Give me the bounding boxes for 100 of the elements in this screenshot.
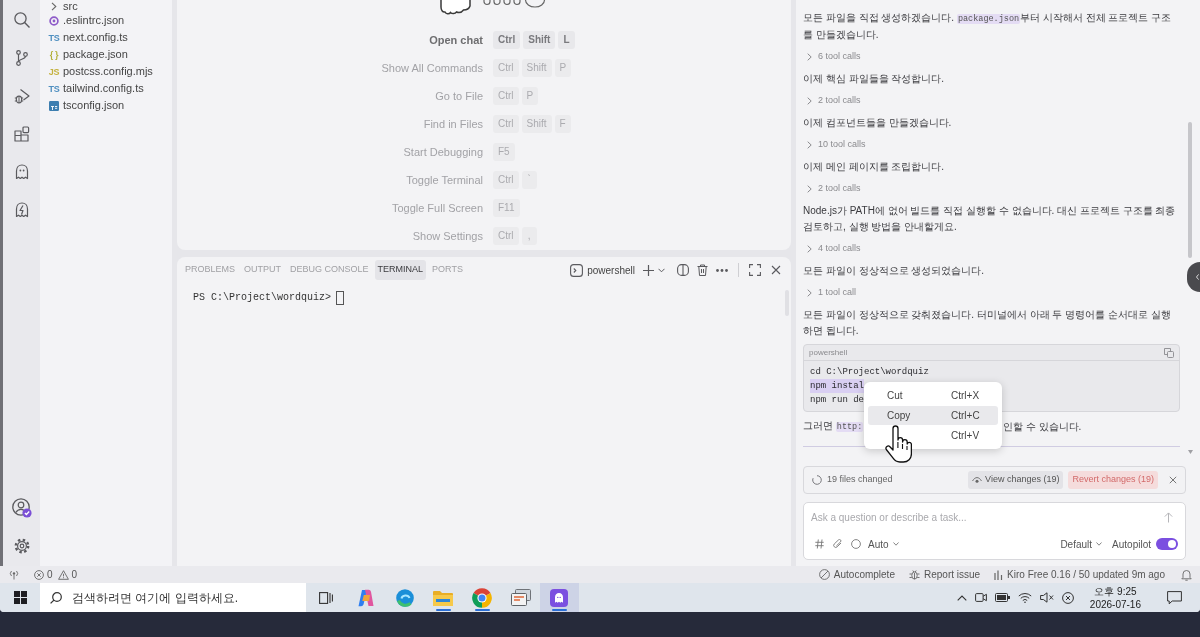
warning-icon — [57, 569, 69, 580]
scrollbar-thumb[interactable] — [1188, 122, 1192, 258]
key-cap: F5 — [493, 143, 515, 161]
key-cap: Ctrl — [493, 115, 519, 133]
view-changes-button[interactable]: View changes (19) — [968, 471, 1064, 489]
key-cap: P — [554, 59, 572, 77]
tree-item[interactable]: TS tailwind.config.ts — [40, 80, 172, 97]
agent-dropdown[interactable]: Default — [1060, 536, 1103, 552]
file-type-icon: TS — [48, 32, 60, 43]
prohibited-icon — [818, 569, 830, 580]
extensions-icon[interactable] — [13, 126, 30, 142]
key-cap: F — [554, 115, 571, 133]
maximize-icon[interactable] — [749, 264, 761, 276]
chat-message: 이제 핵심 파일들을 작성합니다. — [803, 72, 946, 86]
settings-icon[interactable] — [13, 538, 30, 554]
circle-icon[interactable] — [851, 539, 861, 549]
chat-message: 이제 메인 페이지를 조립합니다. — [803, 160, 946, 174]
status-item[interactable]: Autocomplete — [818, 567, 895, 582]
source-control-icon[interactable] — [15, 50, 28, 66]
more-icon[interactable] — [716, 268, 728, 272]
chevron-left-icon — [1196, 274, 1199, 280]
chat-message: 그러면 http: — [803, 419, 864, 434]
bar-chart-icon — [994, 569, 1004, 580]
wave-icon — [395, 588, 414, 607]
video-camera-icon[interactable] — [974, 592, 987, 603]
tree-item[interactable]: { } package.json — [40, 46, 172, 63]
shortcut-label: Open chat — [429, 32, 483, 48]
account-icon[interactable] — [11, 498, 32, 518]
autopilot-toggle[interactable] — [1156, 538, 1178, 550]
task-view-icon — [319, 591, 333, 604]
chat-message: Node.js가 PATH에 없어 빌드를 직접 실행할 수 없습니다. 대신 프로젝트 구조를 최종 검토하고, 실행 방법을 안내할게요. — [803, 204, 1177, 234]
plus-icon[interactable] — [643, 264, 654, 276]
antenna-icon[interactable] — [9, 569, 19, 580]
status-item[interactable]: Report issue — [908, 567, 981, 582]
key-cap: Ctrl — [493, 87, 519, 105]
folder-icon — [433, 589, 454, 606]
shortcut-label: Start Debugging — [403, 144, 483, 160]
terminal-selector[interactable]: powershell — [570, 262, 635, 278]
changes-summary: 19 files changed — [827, 473, 893, 487]
menu-item[interactable]: Cut Ctrl+X — [868, 386, 998, 406]
close-icon[interactable] — [771, 265, 781, 275]
tree-item[interactable]: JS postcss.config.mjs — [40, 63, 172, 80]
search-icon[interactable] — [13, 12, 30, 28]
ghost-bolt-icon[interactable] — [14, 202, 29, 218]
wifi-icon[interactable] — [1017, 592, 1032, 603]
notification-icon[interactable] — [1167, 590, 1182, 605]
letter-a-icon — [357, 588, 376, 607]
chat-input-field[interactable]: Ask a question or describe a task... — [811, 509, 1164, 525]
taskbar-app-button[interactable] — [539, 583, 579, 612]
file-type-icon: TS — [48, 83, 60, 94]
tree-item[interactable]: .eslintrc.json — [40, 12, 172, 29]
menu-item[interactable]: Ctrl+V — [868, 425, 998, 445]
terminal-icon — [570, 263, 584, 277]
play-bug-icon[interactable] — [13, 88, 30, 104]
key-cap: Ctrl — [493, 31, 521, 49]
chevron-down-icon[interactable] — [658, 267, 665, 273]
ghost-tile-icon — [550, 588, 569, 607]
chat-message: 이제 컴포넌트들을 만들겠습니다. — [803, 116, 953, 130]
code-language-label: powershell — [809, 346, 848, 359]
circle-x-icon[interactable] — [1061, 591, 1074, 604]
chevron-up-icon[interactable] — [956, 594, 967, 601]
taskbar-search-box[interactable]: 검색하려면 여기에 입력하세요. — [40, 583, 306, 612]
eye-icon — [972, 476, 983, 484]
triangle-down-icon — [1188, 450, 1193, 454]
trash-icon[interactable] — [697, 264, 708, 276]
menu-item[interactable]: Copy Ctrl+C — [868, 405, 998, 426]
tree-item[interactable]: tsconfig.json — [40, 97, 172, 114]
tree-item[interactable]: src — [40, 0, 172, 12]
hash-icon[interactable] — [815, 539, 824, 549]
key-cap: Shift — [521, 115, 552, 133]
code-line: cd C:\Project\wordquiz — [810, 366, 929, 379]
status-item[interactable]: Kiro Free 0.16 / 50 updated 9m ago — [994, 567, 1165, 582]
key-cap: , — [521, 227, 537, 245]
panel-tab[interactable]: TERMINAL — [374, 260, 427, 280]
problems-button[interactable]: 0 0 — [34, 567, 78, 582]
shortcut-label: Toggle Full Screen — [391, 200, 483, 216]
muted-speaker-icon[interactable] — [1039, 592, 1054, 603]
search-input-field[interactable]: 검색하려면 여기에 입력하세요. — [72, 588, 306, 607]
shortcut-label: Go to File — [435, 88, 483, 104]
chat-message: 인할 수 있습니다. — [1003, 419, 1082, 434]
terminal-prompt: PS C:\Project\wordquiz> — [193, 291, 332, 305]
bug-icon — [908, 569, 920, 580]
split-icon[interactable] — [677, 264, 689, 276]
clock-date: 2026-07-16 — [1089, 597, 1141, 611]
mode-dropdown[interactable]: Auto — [868, 536, 899, 552]
ghost-icon[interactable] — [14, 164, 29, 180]
chat-message: 모든 파일이 정상적으로 생성되었습니다. — [803, 264, 986, 278]
tree-item[interactable]: TS next.config.ts — [40, 29, 172, 46]
battery-icon[interactable] — [994, 593, 1010, 602]
file-type-icon: { } — [49, 49, 59, 60]
autopilot-label: Autopilot — [1112, 537, 1151, 552]
file-type-icon: JS — [48, 66, 60, 77]
clock-time: 오후 9:25 — [1094, 584, 1137, 598]
side-handle-button[interactable] — [1187, 262, 1200, 292]
close-icon[interactable] — [1169, 476, 1177, 484]
shortcut-label: Find in Files — [423, 116, 483, 132]
chat-message: 모든 파일이 정상적으로 갖춰졌습니다. 터미널에서 아래 두 명령어를 순서대로 실행하면 됩니다. — [803, 308, 1172, 338]
paperclip-icon[interactable] — [833, 539, 842, 549]
search-icon — [50, 591, 62, 604]
bell-icon[interactable] — [1181, 568, 1192, 581]
